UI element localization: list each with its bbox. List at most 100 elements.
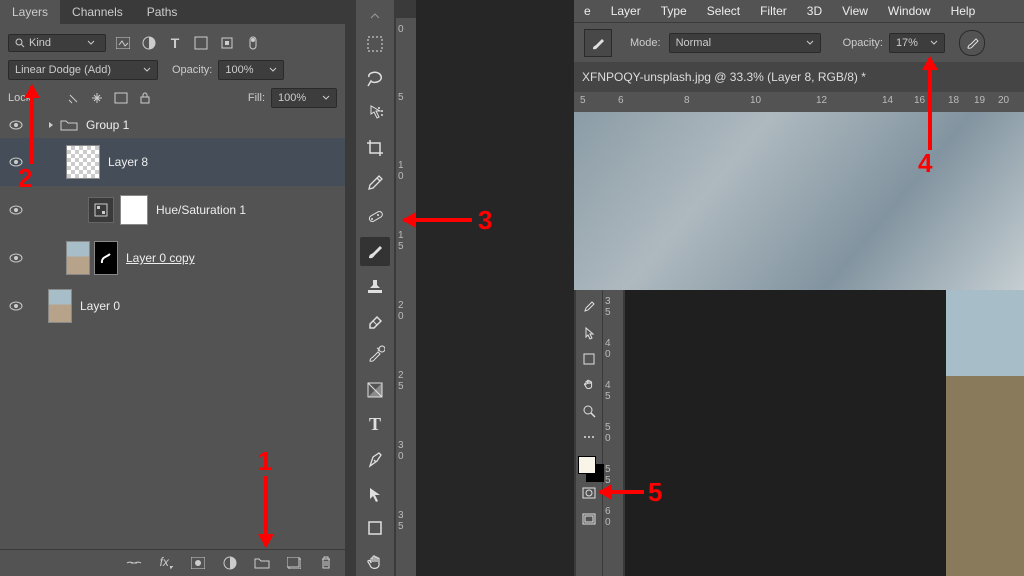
canvas-image-preview	[946, 290, 1024, 576]
current-tool-icon[interactable]	[584, 29, 612, 57]
menu-item[interactable]: e	[574, 4, 601, 18]
tools-panel-small	[576, 290, 602, 576]
mode-label: Mode:	[630, 37, 661, 49]
filter-toggle-icon[interactable]	[244, 34, 262, 52]
rectangle-tool-icon[interactable]	[579, 348, 599, 370]
link-icon[interactable]	[125, 554, 143, 572]
layer-item[interactable]: Layer 8	[0, 138, 345, 186]
blend-mode-dropdown[interactable]: Linear Dodge (Add)	[8, 60, 158, 80]
pen-tool-icon[interactable]	[360, 445, 390, 474]
options-bar: Mode: Normal Opacity: 17%	[574, 22, 1024, 64]
menu-item[interactable]: Layer	[601, 4, 651, 18]
layer-name: Layer 0 copy	[126, 251, 195, 265]
vertical-ruler: 0 5 1 0 1 5 2 0 2 5 3 0 3 5	[396, 18, 416, 576]
adjustment-icon[interactable]	[221, 554, 239, 572]
screen-mode-icon[interactable]	[579, 508, 599, 530]
eyedropper-tool-icon[interactable]	[579, 296, 599, 318]
filter-pixel-icon[interactable]	[114, 34, 132, 52]
new-layer-icon[interactable]	[285, 554, 303, 572]
panel-tabs: Layers Channels Paths	[0, 0, 345, 24]
layer-thumb[interactable]	[48, 289, 72, 323]
visibility-icon[interactable]	[8, 120, 24, 130]
mask-icon[interactable]	[189, 554, 207, 572]
visibility-icon[interactable]	[8, 253, 24, 263]
annotation-5: 5	[648, 477, 662, 508]
document-tab-bar: XFNPOQY-unsplash.jpg @ 33.3% (Layer 8, R…	[574, 62, 1024, 92]
foreground-color[interactable]	[578, 456, 596, 474]
visibility-icon[interactable]	[8, 205, 24, 215]
marquee-tool-icon[interactable]	[360, 30, 390, 59]
hand-tool-icon[interactable]	[360, 548, 390, 576]
app-menu-bar: e Layer Type Select Filter 3D View Windo…	[574, 0, 1024, 22]
brush-mode-dropdown[interactable]: Normal	[669, 33, 821, 53]
lock-artboard-icon[interactable]	[112, 89, 130, 107]
menu-item[interactable]: View	[832, 4, 878, 18]
tool-handle[interactable]	[360, 7, 390, 24]
quick-select-tool-icon[interactable]	[360, 99, 390, 128]
layer-thumb[interactable]	[66, 145, 100, 179]
menu-item[interactable]: Filter	[750, 4, 797, 18]
layer-group[interactable]: Group 1	[0, 112, 345, 138]
trash-icon[interactable]	[317, 554, 335, 572]
layer-filter-kind[interactable]: Kind	[8, 34, 106, 52]
lock-all-icon[interactable]	[136, 89, 154, 107]
menu-item[interactable]: Window	[878, 4, 941, 18]
healing-tool-icon[interactable]	[360, 203, 390, 232]
lock-pixels-icon[interactable]	[64, 89, 82, 107]
layer-mask-thumb[interactable]	[94, 241, 118, 275]
layer-item[interactable]: Layer 0 copy	[0, 234, 345, 282]
quick-mask-icon[interactable]	[579, 482, 599, 504]
stamp-tool-icon[interactable]	[360, 272, 390, 301]
tab-channels[interactable]: Channels	[60, 0, 135, 24]
filter-adjust-icon[interactable]	[140, 34, 158, 52]
filter-shape-icon[interactable]	[192, 34, 210, 52]
annotation-1: 1	[258, 446, 272, 477]
layer-adjustment[interactable]: Hue/Saturation 1	[0, 186, 345, 234]
type-tool-icon[interactable]: T	[360, 410, 390, 439]
document-canvas[interactable]	[574, 112, 1024, 290]
group-icon[interactable]	[253, 554, 271, 572]
visibility-icon[interactable]	[8, 301, 24, 311]
layer-thumb[interactable]	[66, 241, 90, 275]
lock-transparent-icon[interactable]	[40, 89, 58, 107]
layer-mask-thumb[interactable]	[120, 195, 148, 225]
lasso-tool-icon[interactable]	[360, 65, 390, 94]
layer-item[interactable]: Layer 0	[0, 282, 345, 330]
menu-item[interactable]: 3D	[797, 4, 832, 18]
filter-smart-icon[interactable]	[218, 34, 236, 52]
crop-tool-icon[interactable]	[360, 134, 390, 163]
tab-layers[interactable]: Layers	[0, 0, 60, 24]
filter-type-icon[interactable]: T	[166, 34, 184, 52]
eraser-tool-icon[interactable]	[360, 307, 390, 336]
rectangle-tool-icon[interactable]	[360, 514, 390, 543]
menu-item[interactable]: Select	[697, 4, 750, 18]
edit-toolbar-icon[interactable]	[579, 426, 599, 448]
opacity-dropdown[interactable]: 100%	[218, 60, 284, 80]
brush-opacity-value: 17%	[896, 37, 918, 49]
brush-opacity-label: Opacity:	[843, 37, 883, 49]
color-swatches[interactable]	[578, 454, 600, 480]
fill-dropdown[interactable]: 100%	[271, 88, 337, 108]
zoom-tool-icon[interactable]	[579, 400, 599, 422]
menu-item[interactable]: Help	[941, 4, 986, 18]
eyedropper-tool-icon[interactable]	[360, 168, 390, 197]
brush-opacity-dropdown[interactable]: 17%	[889, 33, 945, 53]
gradient-tool-icon[interactable]	[360, 376, 390, 405]
fx-icon[interactable]: fx▾	[157, 554, 175, 572]
path-select-tool-icon[interactable]	[360, 479, 390, 508]
tab-paths[interactable]: Paths	[135, 0, 190, 24]
annotation-3: 3	[478, 205, 492, 236]
opacity-value: 100%	[225, 64, 253, 76]
hand-tool-icon[interactable]	[579, 374, 599, 396]
brush-tool-icon[interactable]	[360, 237, 390, 266]
adjustment-icon[interactable]	[88, 197, 114, 223]
menu-item[interactable]: Type	[651, 4, 697, 18]
lock-position-icon[interactable]	[88, 89, 106, 107]
annotation-arrow-1	[264, 476, 268, 546]
path-select-tool-icon[interactable]	[579, 322, 599, 344]
tools-panel: T	[356, 0, 394, 576]
pressure-opacity-icon[interactable]	[959, 30, 985, 56]
history-brush-tool-icon[interactable]	[360, 341, 390, 370]
opacity-label: Opacity:	[172, 64, 212, 76]
document-tab[interactable]: XFNPOQY-unsplash.jpg @ 33.3% (Layer 8, R…	[582, 70, 866, 84]
